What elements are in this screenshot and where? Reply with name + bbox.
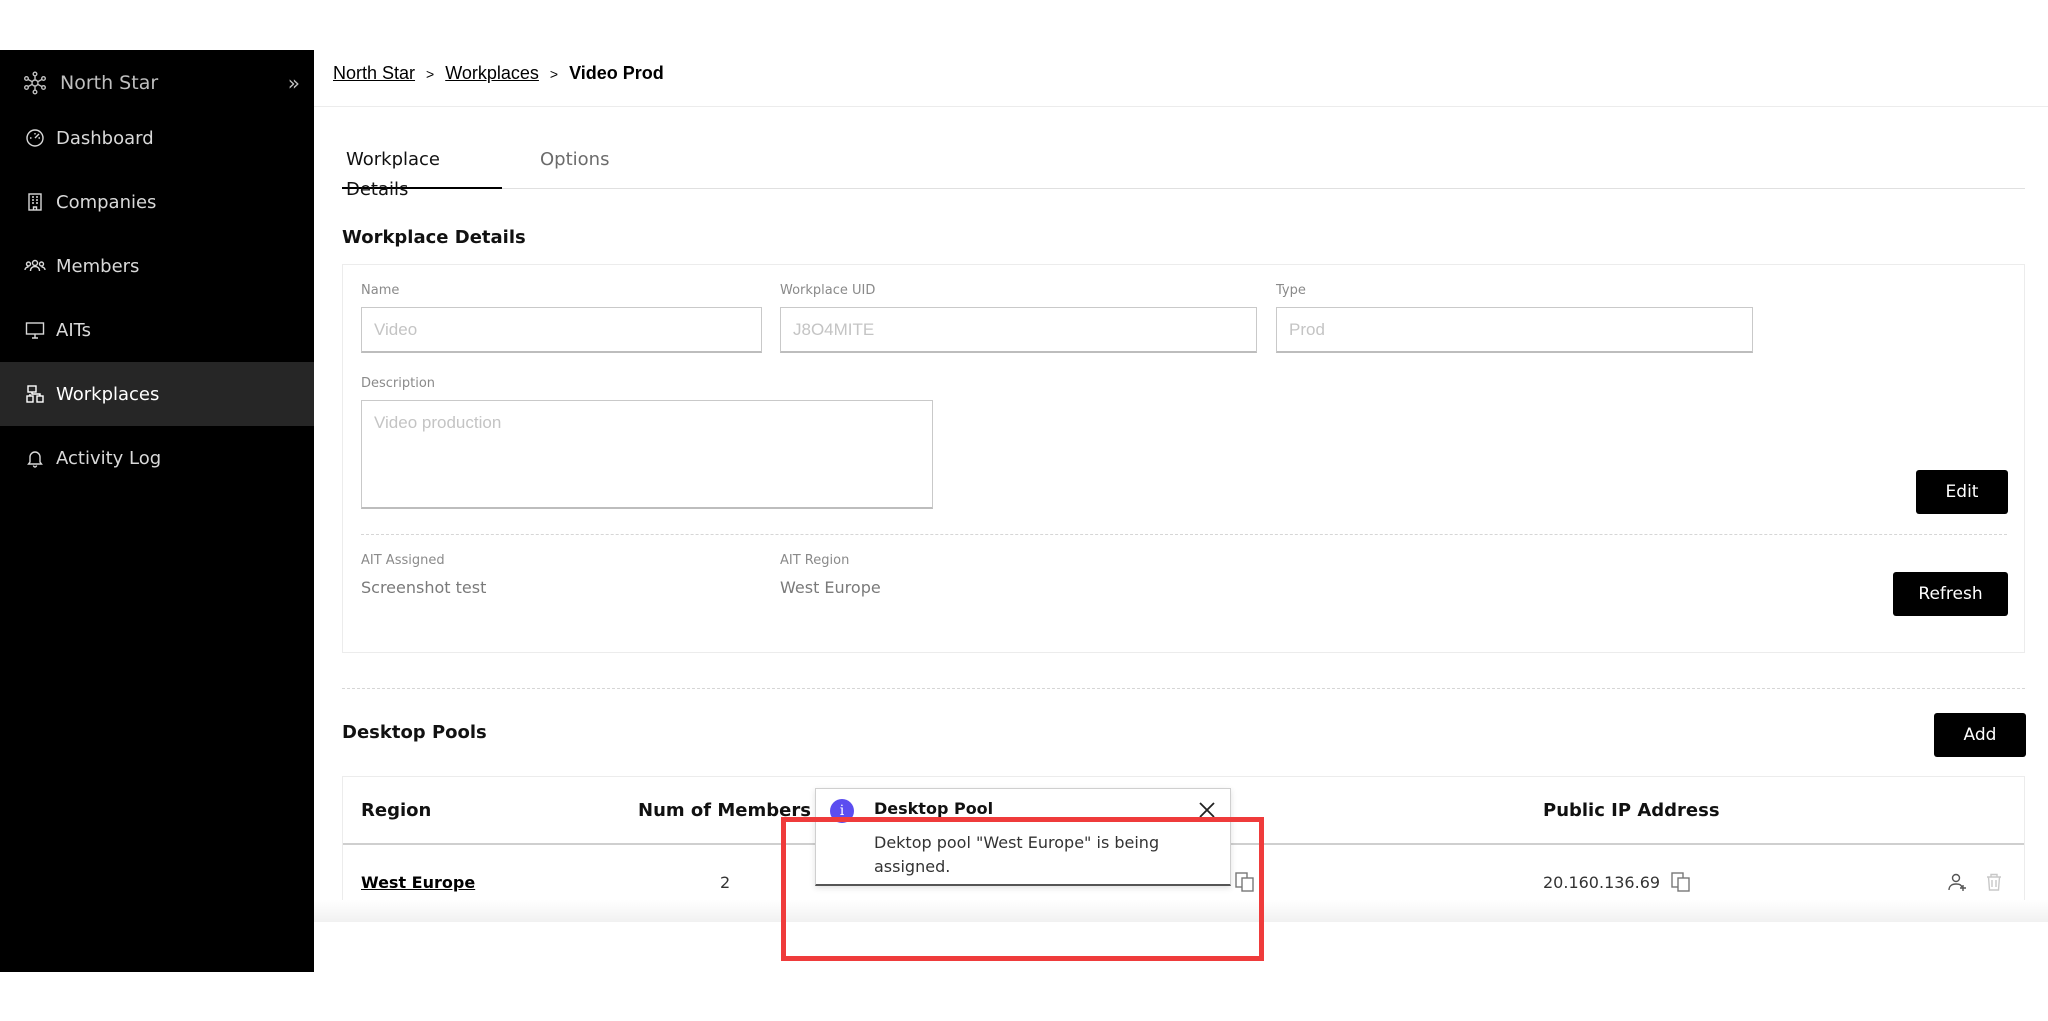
sidebar-item-label: Activity Log [56,447,162,469]
sidebar-item-members[interactable]: Members [0,234,314,298]
ait-assigned-value: Screenshot test [361,578,487,597]
ait-assigned-label: AIT Assigned [361,553,445,568]
monitor-icon [24,319,46,341]
sidebar-item-label: Members [56,255,140,277]
sidebar-item-companies[interactable]: Companies [0,170,314,234]
column-header-region: Region [361,799,432,821]
workplaces-icon [24,383,46,405]
collapse-sidebar-icon[interactable]: » [288,71,300,95]
sidebar-item-dashboard[interactable]: Dashboard [0,106,314,170]
divider [361,534,2007,535]
sidebar: North Star » Dashboard Companies Members [0,50,314,972]
name-field[interactable]: Video [361,307,762,353]
delete-icon[interactable] [1985,872,2003,892]
tab-bar: Workplace Details Options [342,145,2025,200]
breadcrumb-link-workplaces[interactable]: Workplaces [445,63,539,84]
type-field[interactable]: Prod [1276,307,1753,353]
bell-icon [24,447,46,469]
toast-title: Desktop Pool [874,799,994,818]
sidebar-item-activity-log[interactable]: Activity Log [0,426,314,490]
tab-options[interactable]: Options [540,145,609,189]
workplace-details-card: Name Video Workplace UID J8O4MITE Type P… [342,264,2025,653]
workplace-uid-field[interactable]: J8O4MITE [780,307,1257,353]
close-icon[interactable] [1198,801,1216,823]
bottom-fade [314,900,2048,922]
workplace-uid-label: Workplace UID [780,283,876,298]
top-bar: North Star > Workplaces > Video Prod [314,50,2048,107]
sidebar-item-label: Dashboard [56,127,154,149]
toast-message: Dektop pool "West Europe" is being assig… [874,833,1160,876]
sidebar-item-label: Companies [56,191,157,213]
breadcrumb-link-north-star[interactable]: North Star [333,63,415,84]
description-label: Description [361,376,436,391]
ait-region-label: AIT Region [780,553,850,568]
dashboard-icon [24,127,46,149]
ait-region-value: West Europe [780,578,881,597]
tab-workplace-details[interactable]: Workplace Details [342,145,502,200]
sidebar-item-label: Workplaces [56,383,160,405]
sidebar-item-aits[interactable]: AITs [0,298,314,362]
north-star-logo-icon [22,70,48,96]
toast-notification: i Desktop Pool Dektop pool "West Europe"… [815,788,1231,886]
add-desktop-pool-button[interactable]: Add [1934,713,2026,757]
breadcrumb-separator: > [549,65,559,82]
section-title-desktop-pools: Desktop Pools [342,722,487,743]
breadcrumb-separator: > [426,65,435,82]
brand-name: North Star [60,72,159,94]
region-link[interactable]: West Europe [361,873,475,892]
sidebar-item-label: AITs [56,319,92,341]
type-label: Type [1276,283,1306,298]
edit-button[interactable]: Edit [1916,470,2008,514]
info-icon: i [830,799,854,823]
breadcrumb: North Star > Workplaces > Video Prod [333,63,664,84]
column-header-public-ip: Public IP Address [1543,799,1720,821]
name-label: Name [361,283,400,298]
copy-uid-icon[interactable] [1234,871,1256,893]
copy-ip-icon[interactable] [1670,871,1692,893]
refresh-button[interactable]: Refresh [1893,572,2008,616]
people-icon [24,255,46,277]
section-divider [342,688,2025,689]
section-title-workplace-details: Workplace Details [342,227,526,248]
building-icon [24,191,46,213]
description-field[interactable]: Video production [361,400,933,509]
sidebar-item-workplaces[interactable]: Workplaces [0,362,314,426]
add-member-icon[interactable] [1947,871,1969,893]
sidebar-brand[interactable]: North Star » [22,60,300,106]
breadcrumb-current: Video Prod [569,63,664,83]
column-header-num-members: Num of Members [638,799,811,821]
public-ip-value: 20.160.136.69 [1543,872,1661,892]
